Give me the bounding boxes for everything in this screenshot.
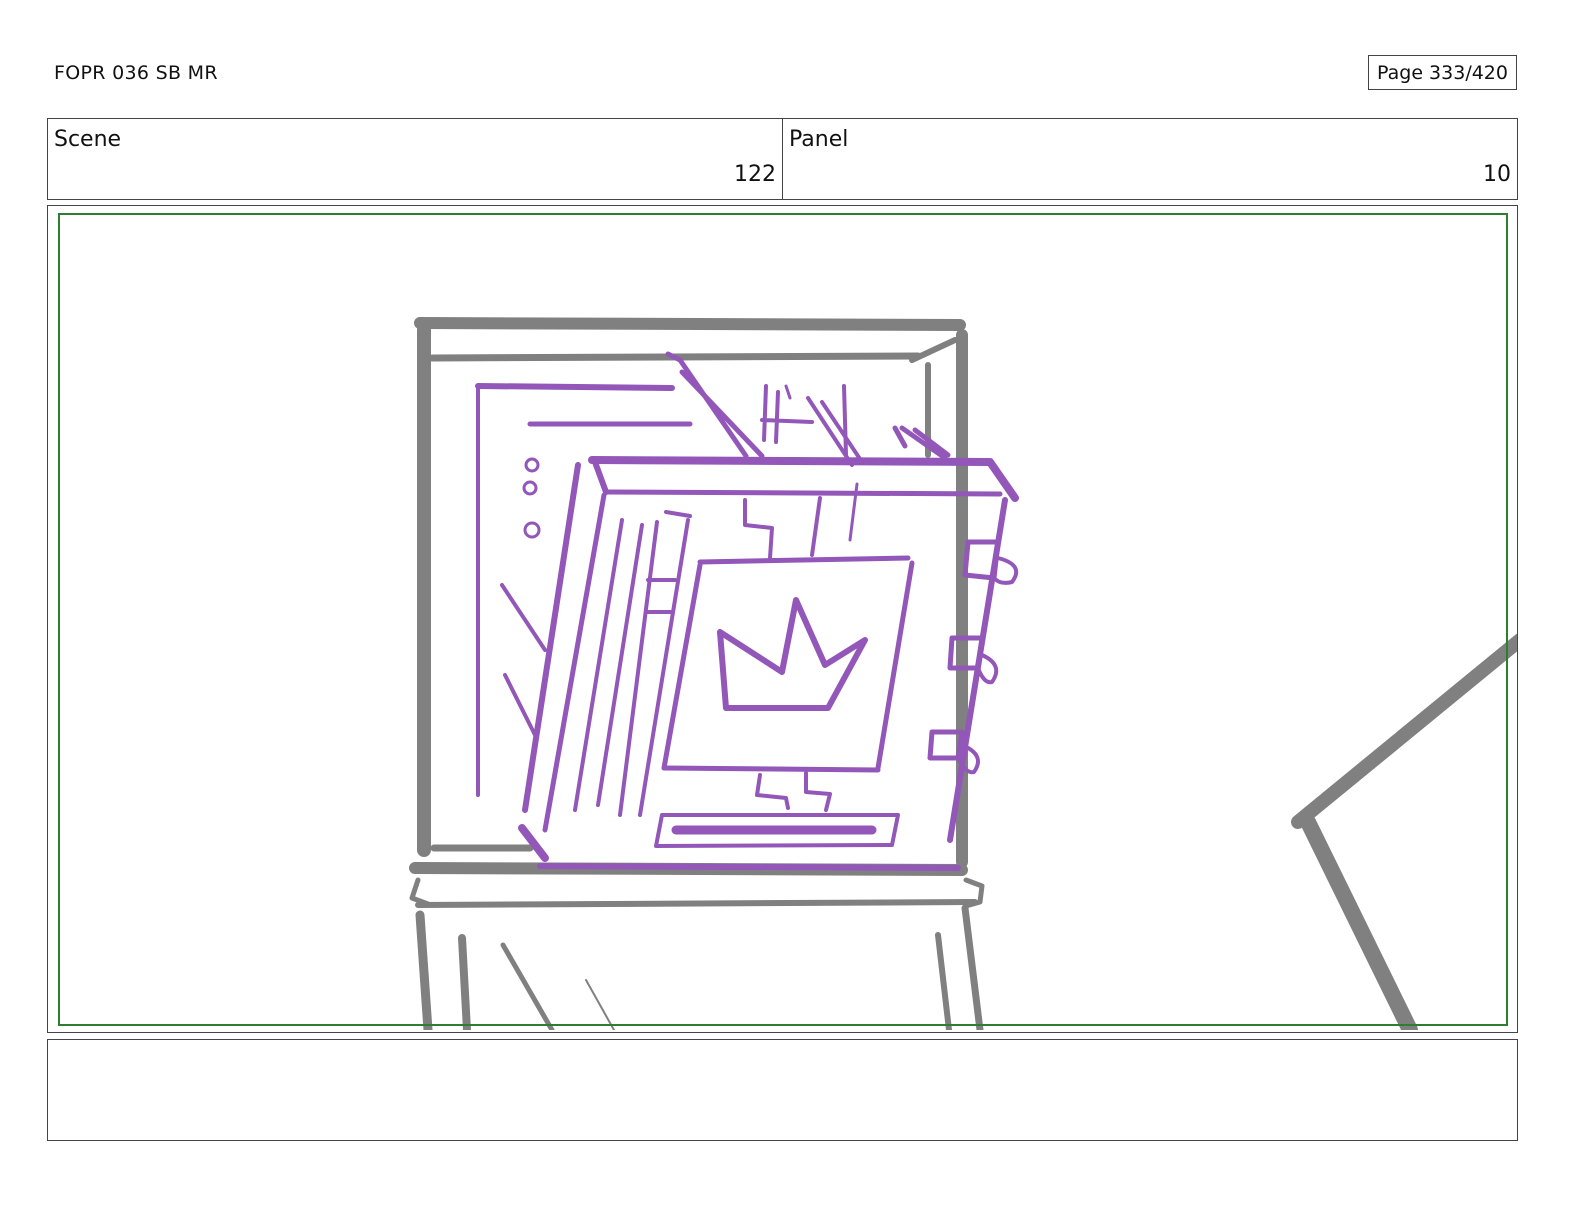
notes-box <box>47 1039 1518 1141</box>
safe-area-frame <box>58 213 1508 1026</box>
